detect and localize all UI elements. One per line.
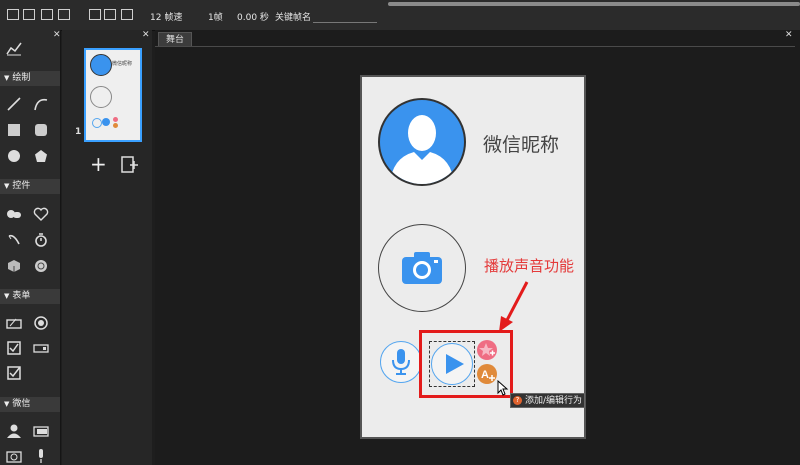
tooltip-text: 添加/编辑行为 [525, 396, 583, 406]
microphone-icon [392, 349, 410, 375]
close-stage-icon[interactable]: ✕ [785, 30, 793, 40]
thumb-avatar [90, 54, 112, 76]
top-scrollbar[interactable] [388, 2, 800, 6]
avatar[interactable] [378, 98, 466, 186]
thumb-orange [113, 123, 118, 128]
checkbox-tool-icon[interactable] [6, 340, 22, 356]
fps-label: 12 帧速 [150, 13, 183, 23]
timer-icon[interactable] [33, 232, 49, 248]
text-input-tool-icon[interactable] [6, 315, 22, 331]
circle-tool-icon[interactable] [6, 148, 22, 164]
toggle-control-icon[interactable] [6, 206, 22, 222]
annotation-label: 播放声音功能 [484, 257, 575, 275]
camera-button[interactable] [378, 224, 466, 312]
record-button[interactable] [380, 341, 422, 383]
pentagon-tool-icon[interactable] [33, 148, 49, 164]
open-folder-icon[interactable] [23, 9, 35, 20]
curve-tool-icon[interactable] [33, 96, 49, 112]
section-draw[interactable]: ▼ 绘制 [0, 71, 60, 86]
camera-icon [402, 252, 442, 284]
save-icon[interactable] [41, 9, 53, 20]
insert-page-icon[interactable] [121, 156, 139, 174]
annotation-arrow-icon [499, 281, 529, 332]
time-label: 0.00 秒 [237, 13, 269, 23]
frame-label: 1帧 [208, 13, 223, 23]
thumb-camera [90, 86, 112, 108]
section-wechat[interactable]: ▼ 微信 [0, 397, 60, 412]
close-tools-icon[interactable]: ✕ [53, 30, 61, 40]
wechat-camera-icon[interactable] [6, 448, 22, 464]
section-form[interactable]: ▼ 表单 [0, 289, 60, 304]
rounded-rect-tool-icon[interactable] [33, 122, 49, 138]
tab-stage[interactable]: 舞台 [158, 32, 192, 47]
tooltip: ? 添加/编辑行为 [510, 393, 585, 408]
delete-icon[interactable] [58, 9, 70, 20]
selection-box [429, 341, 475, 387]
heart-icon[interactable] [33, 206, 49, 222]
keyframe-name-input[interactable] [313, 9, 377, 23]
tools-panel: ✕ ▼ 绘制 ▼ 控件 ▼ 表单 ▼ 微信 [0, 30, 61, 465]
add-event-button[interactable] [477, 340, 497, 360]
add-page-button[interactable]: + [90, 152, 107, 176]
thumb-pink [113, 117, 118, 122]
thumb-play [102, 118, 110, 126]
thumb-nickname: 微信昵称 [112, 61, 133, 67]
keyframe-label: 关键帧名 [275, 13, 312, 23]
thumb-mic [92, 118, 102, 128]
close-pages-icon[interactable]: ✕ [142, 30, 150, 40]
frame-icon[interactable] [89, 9, 101, 20]
cube-icon[interactable] [6, 258, 22, 274]
swipe-icon[interactable] [6, 232, 22, 248]
rectangle-tool-icon[interactable] [6, 122, 22, 138]
wechat-avatar-icon[interactable] [6, 423, 22, 439]
copy-frame-icon[interactable] [104, 9, 116, 20]
new-file-icon[interactable] [7, 9, 19, 20]
nickname-text: 微信昵称 [483, 134, 560, 156]
page-thumbnail[interactable]: 微信昵称 [84, 48, 142, 142]
line-tool-icon[interactable] [6, 96, 22, 112]
text-plus-icon: A [481, 369, 495, 381]
person-icon [390, 115, 454, 184]
mouse-cursor-icon [497, 380, 509, 396]
radio-tool-icon[interactable] [33, 315, 49, 331]
wechat-mic-icon[interactable] [33, 448, 49, 464]
wechat-card-icon[interactable] [33, 423, 49, 439]
checkbox-group-icon[interactable] [6, 365, 22, 381]
page-number: 1 [75, 127, 82, 137]
help-icon: ? [513, 396, 522, 405]
add-behavior-button[interactable]: A [477, 364, 497, 384]
chart-icon[interactable] [6, 40, 22, 56]
globe-icon[interactable] [33, 258, 49, 274]
paste-frame-icon[interactable] [121, 9, 133, 20]
select-tool-icon[interactable] [33, 340, 49, 356]
svg-text:A: A [481, 369, 489, 381]
tab-divider [155, 46, 795, 47]
star-plus-icon [479, 343, 495, 356]
section-control[interactable]: ▼ 控件 [0, 179, 60, 194]
